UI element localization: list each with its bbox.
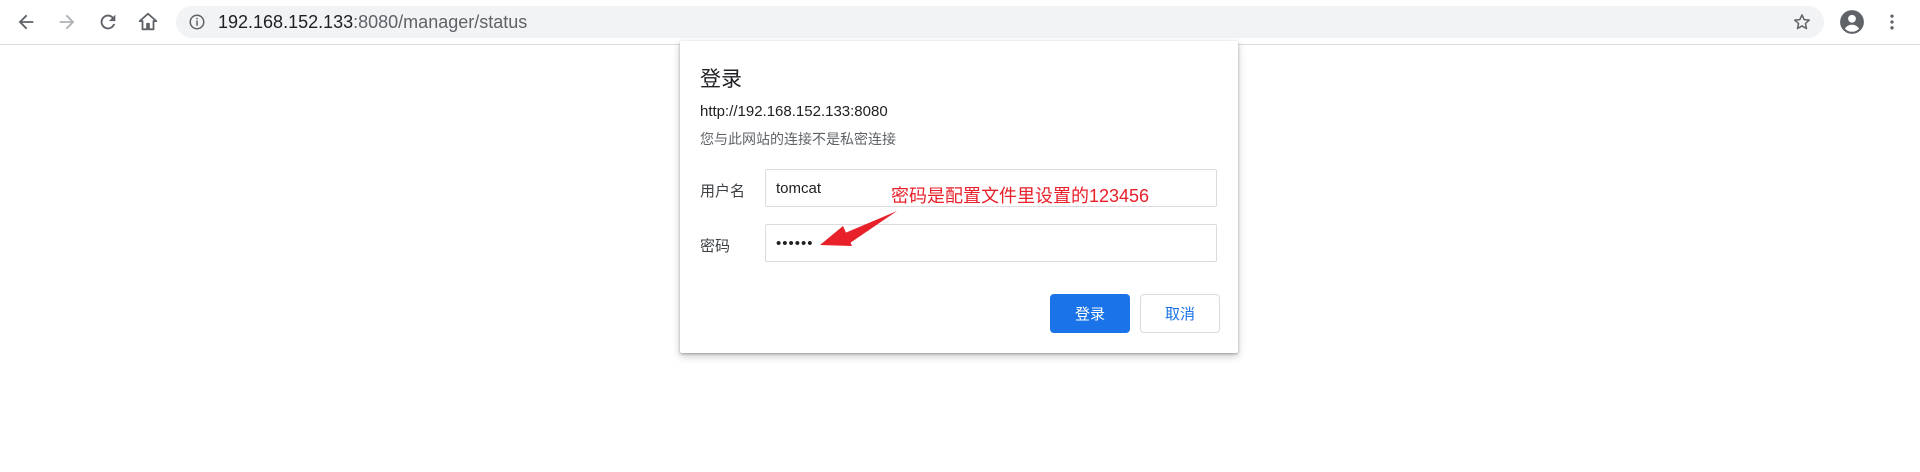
annotation-arrow <box>820 211 897 246</box>
